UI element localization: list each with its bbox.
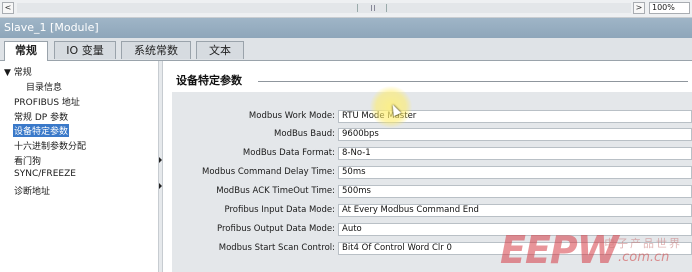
nav-item-sync-freeze[interactable]: SYNC/FREEZE — [14, 169, 76, 179]
watermark-chinese: 电子产品世界 — [604, 237, 682, 250]
pane-splitter[interactable] — [158, 61, 163, 272]
section-divider — [258, 81, 688, 82]
tab-general[interactable]: 常规 — [4, 41, 48, 61]
scrollbar-track[interactable] — [17, 3, 631, 13]
nav-item-general[interactable]: ▼ 常规 — [4, 65, 32, 78]
param-label: Modbus Start Scan Control: — [218, 243, 335, 253]
param-label: Modbus Command Delay Time: — [202, 167, 335, 177]
nav-item-hex-param-assignment[interactable]: 十六进制参数分配 — [14, 139, 86, 152]
param-label: Profibus Input Data Mode: — [224, 205, 335, 215]
tab-texts[interactable]: 文本 — [196, 41, 244, 59]
expand-arrow-icon[interactable] — [159, 183, 162, 189]
scroll-left-button[interactable]: < — [2, 2, 14, 14]
nav-item-catalog-info[interactable]: 目录信息 — [26, 80, 62, 93]
modbus-ack-timeout-field[interactable]: 500ms — [338, 185, 692, 198]
module-title: Slave_1 [Module] — [4, 21, 99, 34]
watermark-brand: EEPW — [500, 228, 619, 272]
horizontal-scrollbar[interactable]: < > 100% — [0, 0, 692, 18]
nav-item-general-dp-params[interactable]: 常规 DP 参数 — [14, 110, 68, 123]
modbus-baud-field[interactable]: 9600bps — [338, 128, 692, 141]
scrollbar-thumb[interactable] — [357, 4, 387, 12]
section-title: 设备特定参数 — [176, 74, 242, 87]
nav-item-device-specific-params[interactable]: 设备特定参数 — [13, 124, 70, 137]
zoom-field[interactable]: 100% — [649, 2, 690, 14]
modbus-data-format-field[interactable]: 8-No-1 — [338, 147, 692, 160]
param-label: Profibus Output Data Mode: — [217, 224, 335, 234]
nav-item-diagnostic-address[interactable]: 诊断地址 — [14, 184, 50, 197]
scroll-right-button[interactable]: > — [633, 2, 645, 14]
param-label: ModBus Baud: — [274, 129, 335, 139]
tab-strip: 常规 IO 变量 系统常数 文本 — [0, 38, 692, 61]
watermark: EEPW 电子产品世界 .com.cn — [500, 228, 690, 272]
watermark-url: .com.cn — [618, 250, 670, 265]
modbus-command-delay-field[interactable]: 50ms — [338, 166, 692, 179]
tab-io-tags[interactable]: IO 变量 — [54, 41, 116, 59]
property-nav-tree: ▼ 常规 目录信息 PROFIBUS 地址 常规 DP 参数 设备特定参数 十六… — [0, 61, 158, 272]
tab-system-constants[interactable]: 系统常数 — [121, 41, 191, 59]
param-label: Modbus Work Mode: — [248, 111, 335, 121]
collapse-arrow-icon[interactable] — [159, 157, 162, 163]
profibus-input-data-mode-field[interactable]: At Every Modbus Command End — [338, 204, 692, 217]
module-title-bar: Slave_1 [Module] — [0, 18, 692, 38]
nav-item-profibus-address[interactable]: PROFIBUS 地址 — [14, 95, 80, 108]
nav-item-watchdog[interactable]: 看门狗 — [14, 154, 41, 167]
param-label: ModBus Data Format: — [242, 148, 335, 158]
param-label: ModBus ACK TimeOut Time: — [216, 186, 335, 196]
